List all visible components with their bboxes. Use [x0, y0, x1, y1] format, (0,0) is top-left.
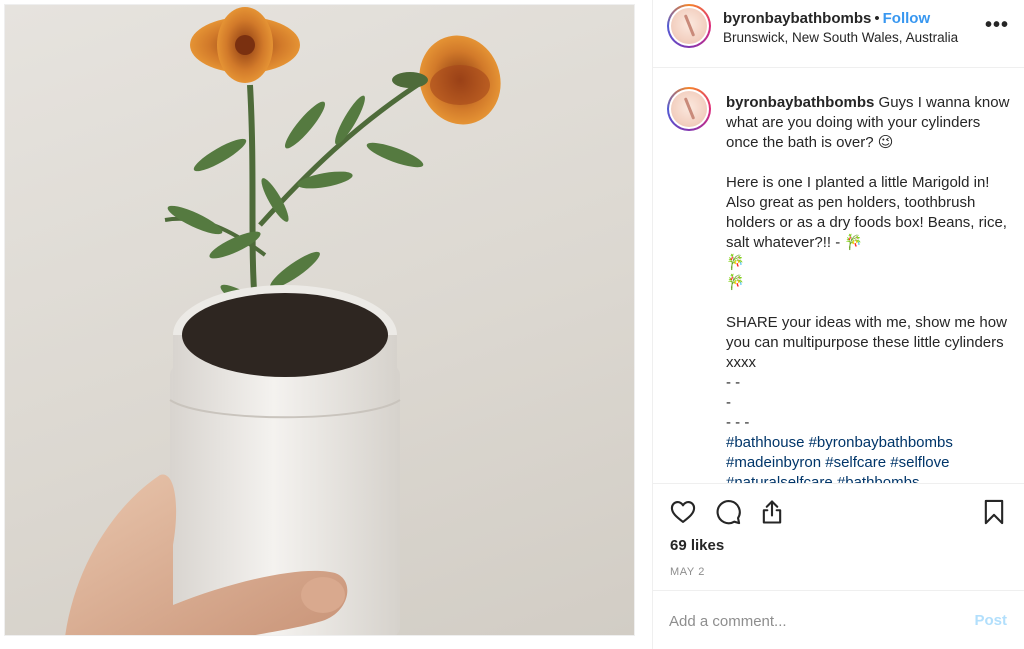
caption-hashtags[interactable]: #bathhouse #byronbaybathbombs #madeinbyr…: [726, 434, 957, 483]
comment-icon[interactable]: [714, 498, 742, 526]
caption-username[interactable]: byronbaybathbombs: [726, 94, 874, 111]
caption-author-avatar[interactable]: [667, 87, 711, 131]
separator-dot: •: [874, 10, 880, 27]
post-comment-button[interactable]: Post: [974, 612, 1007, 629]
follow-button[interactable]: Follow: [883, 10, 931, 27]
author-avatar[interactable]: [667, 4, 711, 48]
author-name-row: byronbaybathbombs • Follow: [723, 10, 930, 27]
more-horizontal-icon[interactable]: •••: [985, 14, 1009, 37]
post-header: byronbaybathbombs • Follow Brunswick, New …: [653, 0, 1024, 68]
comments-scroll-area[interactable]: byronbaybathbombs Guys I wanna know what…: [653, 69, 1024, 483]
likes-count[interactable]: 69 likes: [670, 537, 724, 554]
bookmark-icon[interactable]: [980, 498, 1008, 526]
caption-text: Guys I wanna know what are you doing wit…: [726, 94, 1010, 431]
post-sidebar: byronbaybathbombs • Follow Brunswick, New …: [652, 0, 1024, 649]
author-username[interactable]: byronbaybathbombs: [723, 10, 871, 27]
heart-icon[interactable]: [669, 498, 697, 526]
post-caption: byronbaybathbombs Guys I wanna know what…: [726, 93, 1016, 483]
post-image[interactable]: [4, 4, 635, 636]
post-image-graphic: [65, 7, 501, 635]
add-comment-section: Post: [653, 590, 1024, 649]
post-location[interactable]: Brunswick, New South Wales, Australia: [723, 30, 958, 45]
post-date[interactable]: MAY 2: [670, 566, 705, 578]
comment-input[interactable]: [669, 607, 949, 635]
share-icon[interactable]: [758, 498, 786, 526]
post-actions: 69 likes MAY 2: [653, 483, 1024, 590]
